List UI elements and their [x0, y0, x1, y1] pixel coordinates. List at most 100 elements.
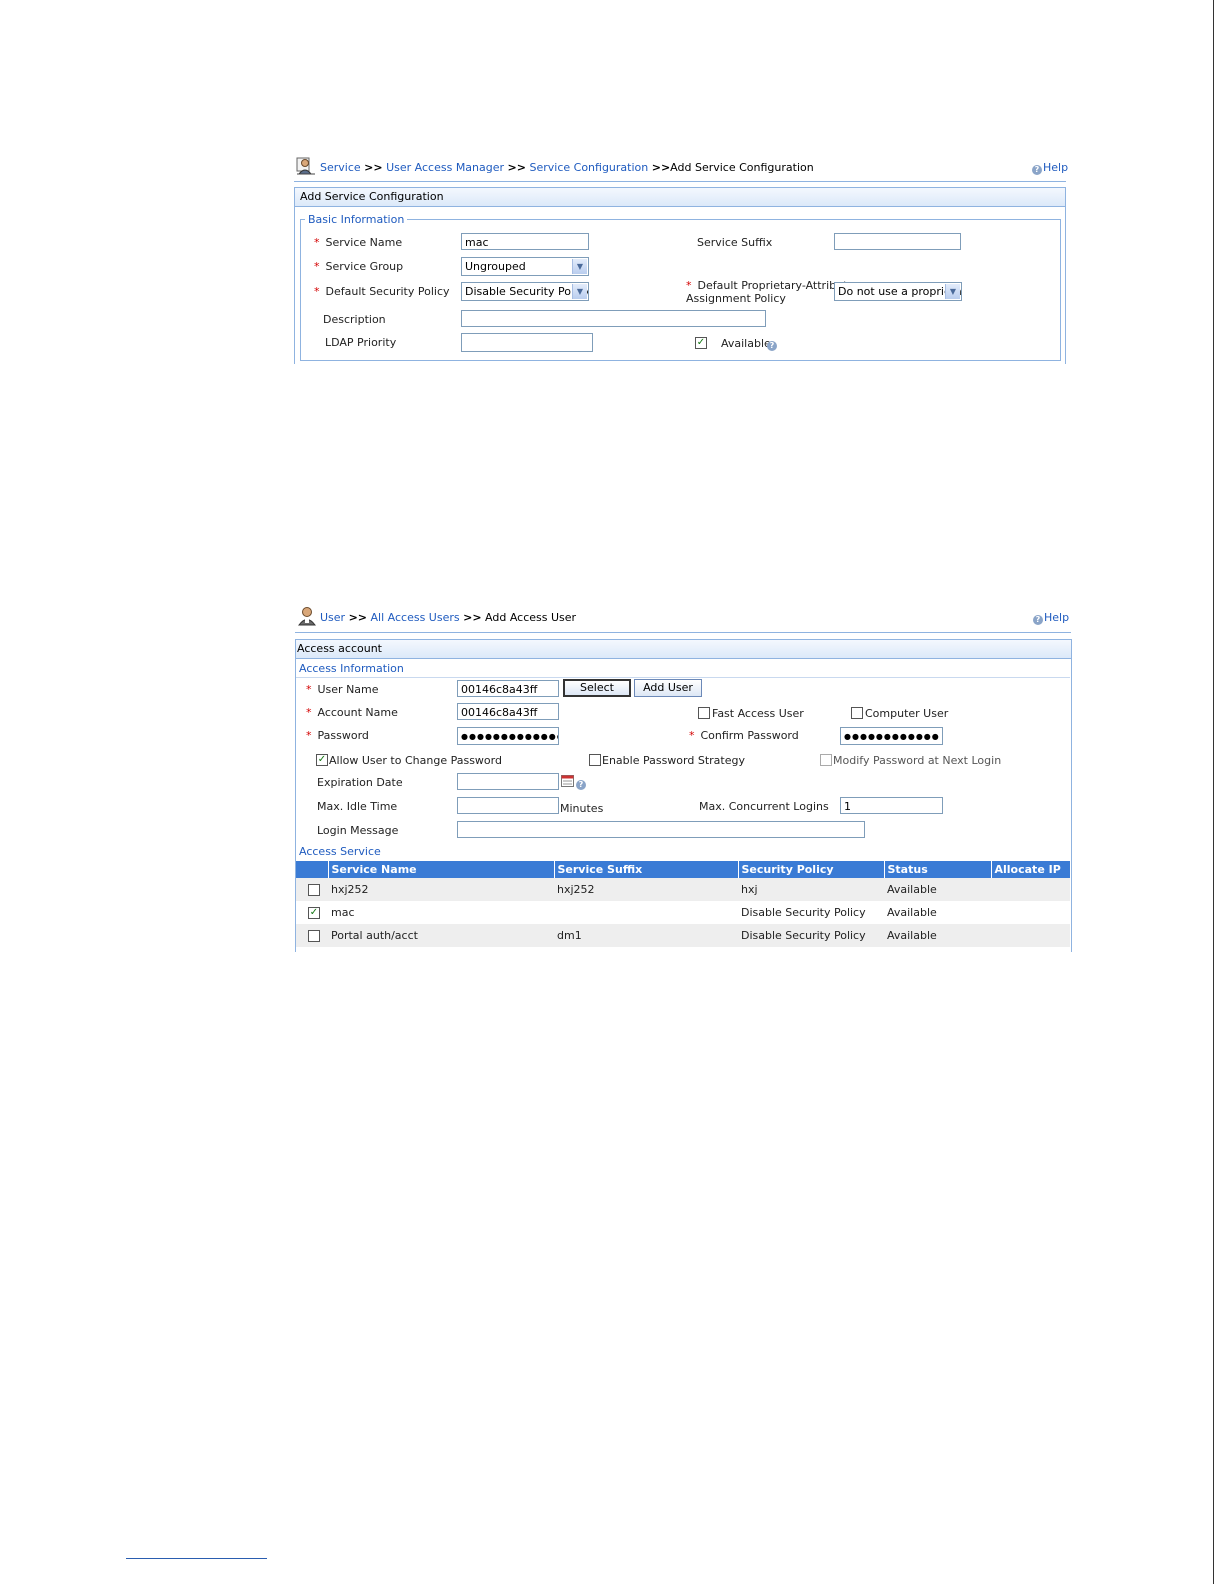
allocate-ip-cell	[991, 901, 1070, 924]
row-checkbox[interactable]	[308, 883, 320, 896]
minutes-label: Minutes	[560, 802, 604, 815]
security-policy-cell: Disable Security Policy	[738, 924, 884, 947]
dropdown-arrow-icon: ▼	[945, 284, 960, 299]
confirm-password-input[interactable]: ●●●●●●●●●●●●	[840, 727, 943, 745]
access-service-title: Access Service	[299, 845, 381, 858]
row-checkbox[interactable]	[308, 929, 320, 942]
max-concurrent-logins-label: Max. Concurrent Logins	[699, 800, 829, 813]
panel-title: Access account	[296, 640, 1071, 659]
modify-password-next-login-label: Modify Password at Next Login	[833, 754, 1002, 767]
service-name-label: * Service Name	[314, 236, 403, 249]
service-name-input[interactable]: mac	[461, 233, 589, 250]
password-input[interactable]: ●●●●●●●●●●●●●	[457, 727, 559, 745]
proprietary-policy-label: * Default Proprietary-Attribute Assignmen…	[686, 279, 855, 305]
max-concurrent-logins-input[interactable]: 1	[840, 797, 943, 814]
available-checkbox[interactable]: ✓	[695, 337, 707, 349]
status-cell: Available	[884, 924, 991, 947]
access-information-title: Access Information	[299, 662, 404, 675]
help-icon: ?	[1032, 165, 1042, 175]
help-link[interactable]: ? Help	[1033, 611, 1069, 625]
login-message-label: Login Message	[317, 824, 399, 837]
column-header[interactable]: Service Suffix	[554, 861, 739, 878]
breadcrumb-user-access-manager[interactable]: User Access Manager	[386, 161, 504, 174]
table-row[interactable]: Portal auth/acct dm1 Disable Security Po…	[296, 924, 1070, 947]
table-row[interactable]: ✓ mac Disable Security Policy Available	[296, 901, 1070, 924]
divider	[294, 181, 1066, 182]
description-input[interactable]	[461, 310, 766, 327]
row-checkbox[interactable]: ✓	[308, 906, 320, 919]
divider	[296, 677, 1070, 678]
divider	[295, 632, 1071, 633]
user-name-input[interactable]: 00146c8a43ff	[457, 680, 559, 697]
service-suffix-input[interactable]	[834, 233, 961, 250]
breadcrumb-service-configuration[interactable]: Service Configuration	[529, 161, 648, 174]
breadcrumb-separator: >>	[507, 161, 526, 174]
expiration-date-input[interactable]	[457, 773, 559, 790]
access-service-table: Service Name Service Suffix Security Pol…	[296, 861, 1070, 947]
max-idle-time-input[interactable]	[457, 797, 559, 814]
breadcrumb-separator: >>	[348, 611, 368, 624]
service-suffix-label: Service Suffix	[697, 236, 773, 249]
select-column-header	[296, 861, 329, 878]
expiration-date-label: Expiration Date	[317, 776, 403, 789]
allow-change-password-checkbox[interactable]: ✓	[316, 754, 328, 766]
account-name-input[interactable]: 00146c8a43ff	[457, 703, 559, 720]
breadcrumb-current: Add Service Configuration	[670, 161, 814, 174]
breadcrumb-separator: >>	[463, 611, 482, 624]
page-edge-line	[1213, 0, 1214, 1584]
calendar-icon[interactable]	[561, 775, 574, 787]
help-label: Help	[1044, 611, 1070, 624]
fast-access-user-checkbox[interactable]	[698, 707, 710, 719]
breadcrumb-separator: >>	[364, 161, 383, 174]
table-row[interactable]: hxj252 hxj252 hxj Available	[296, 878, 1070, 901]
admin-user-icon	[296, 157, 315, 175]
enable-password-strategy-label: Enable Password Strategy	[602, 754, 745, 767]
status-cell: Available	[884, 878, 991, 901]
computer-user-checkbox[interactable]	[851, 707, 863, 719]
dropdown-arrow-icon: ▼	[572, 284, 587, 299]
service-suffix-cell	[554, 901, 738, 924]
ldap-priority-input[interactable]	[461, 333, 593, 352]
table-header-row: Service Name Service Suffix Security Pol…	[296, 861, 1070, 878]
column-header[interactable]: Status	[884, 861, 992, 878]
user-name-label: * User Name	[306, 683, 379, 696]
confirm-password-label: * Confirm Password	[689, 729, 799, 742]
help-icon: ?	[1033, 615, 1043, 625]
description-label: Description	[323, 313, 386, 326]
select-button[interactable]: Select	[563, 679, 631, 697]
breadcrumb: Service >> User Access Manager >> Servic…	[320, 161, 814, 174]
allocate-ip-cell	[991, 924, 1070, 947]
default-security-policy-select[interactable]: Disable Security Policy ▼	[461, 282, 589, 301]
help-label: Help	[1043, 161, 1069, 174]
login-message-input[interactable]	[457, 821, 865, 838]
computer-user-label: Computer User	[865, 707, 949, 720]
add-user-button[interactable]: Add User	[634, 679, 702, 697]
help-link[interactable]: ? Help	[1032, 161, 1068, 175]
service-group-select[interactable]: Ungrouped ▼	[461, 257, 589, 276]
help-icon[interactable]: ?	[576, 776, 587, 790]
breadcrumb-service[interactable]: Service	[320, 161, 361, 174]
ldap-priority-label: LDAP Priority	[325, 336, 397, 349]
password-label: * Password	[306, 729, 369, 742]
panel-title: Add Service Configuration	[295, 188, 1065, 207]
column-header[interactable]: Security Policy	[738, 861, 885, 878]
status-cell: Available	[884, 901, 991, 924]
security-policy-cell: Disable Security Policy	[738, 901, 884, 924]
service-name-cell: hxj252	[328, 878, 554, 901]
checkbox-checked-icon: ✓	[317, 754, 327, 765]
modify-password-next-login-checkbox[interactable]	[820, 754, 832, 766]
help-icon[interactable]: ?	[767, 337, 778, 351]
available-label: Available	[721, 337, 771, 350]
breadcrumb-user[interactable]: User	[320, 611, 345, 624]
allow-change-password-label: Allow User to Change Password	[329, 754, 502, 767]
enable-password-strategy-checkbox[interactable]	[589, 754, 601, 766]
proprietary-policy-select[interactable]: Do not use a proprietar ▼	[834, 282, 962, 301]
section-title: Basic Information	[305, 213, 408, 226]
column-header[interactable]: Service Name	[328, 861, 555, 878]
default-security-policy-label: * Default Security Policy	[314, 285, 450, 298]
column-header[interactable]: Allocate IP	[991, 861, 1070, 878]
service-group-label: * Service Group	[314, 260, 404, 273]
checkbox-checked-icon: ✓	[696, 337, 706, 348]
breadcrumb-all-access-users[interactable]: All Access Users	[371, 611, 460, 624]
fast-access-user-label: Fast Access User	[712, 707, 804, 720]
